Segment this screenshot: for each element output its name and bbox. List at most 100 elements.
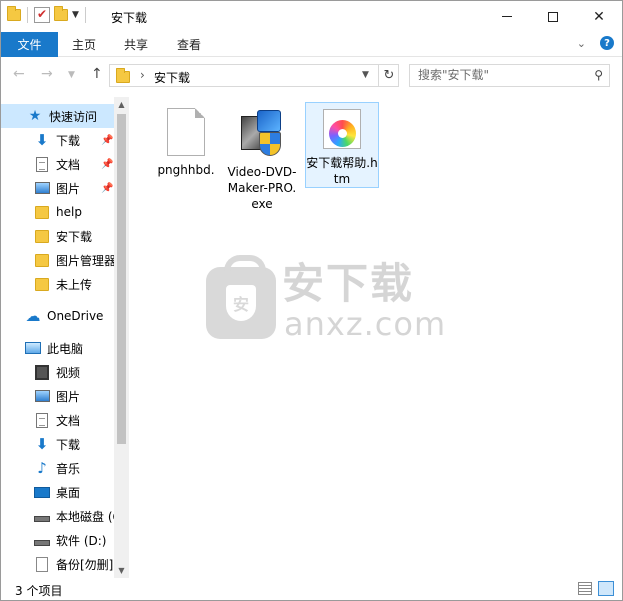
title-bar: ▼ 安下载 ✕ bbox=[1, 1, 622, 32]
nav-scrollbar[interactable]: ▲ ▼ bbox=[114, 97, 129, 578]
search-box[interactable]: ⚲ bbox=[409, 64, 610, 87]
nav-item-pc-downloads[interactable]: ⬇ 下载 bbox=[1, 432, 116, 456]
minimize-icon bbox=[502, 16, 512, 17]
tab-file[interactable]: 文件 bbox=[1, 32, 58, 57]
scroll-thumb[interactable] bbox=[117, 114, 126, 444]
nav-item-label: 下载 bbox=[56, 133, 81, 148]
nav-item-anxiazai[interactable]: 安下载 bbox=[1, 224, 116, 248]
nav-item-label: 快速访问 bbox=[49, 109, 98, 124]
maximize-button[interactable] bbox=[530, 1, 576, 32]
minimize-button[interactable] bbox=[484, 1, 530, 32]
explorer-window: ▼ 安下载 ✕ 文件 主页 共享 查看 ⌄ ? ← → ▼ ↑ › 安下载 ▼ … bbox=[0, 0, 623, 601]
file-icon bbox=[34, 556, 50, 572]
breadcrumb-chevron-icon[interactable]: › bbox=[140, 68, 145, 82]
folder-icon bbox=[34, 204, 50, 220]
address-bar[interactable]: › 安下载 ▼ ↻ bbox=[109, 64, 399, 87]
ribbon-controls: ⌄ ? bbox=[577, 36, 614, 50]
htm-file-icon bbox=[323, 109, 361, 149]
tab-home[interactable]: 主页 bbox=[72, 32, 96, 57]
file-name: pnghhbd. bbox=[157, 163, 215, 177]
nav-item-videos[interactable]: 视频 bbox=[1, 360, 116, 384]
address-row: ← → ▼ ↑ › 安下载 ▼ ↻ ⚲ bbox=[1, 58, 622, 93]
nav-this-pc[interactable]: 此电脑 bbox=[1, 336, 116, 360]
tab-view[interactable]: 查看 bbox=[177, 32, 201, 57]
folder-icon bbox=[116, 68, 130, 83]
nav-item-label: 文档 bbox=[56, 413, 81, 428]
nav-item-documents[interactable]: 文档 📌 bbox=[1, 152, 116, 176]
toolbar-divider bbox=[27, 7, 28, 23]
forward-arrow-icon[interactable]: → bbox=[41, 66, 53, 82]
nav-item-help[interactable]: help bbox=[1, 200, 116, 224]
nav-item-label: 图片管理器 bbox=[56, 253, 116, 268]
help-icon[interactable]: ? bbox=[600, 36, 614, 50]
navigation-pane: ★ 快速访问 ⬇ 下载 📌 文档 📌 图片 📌 help 安下载 图片管理器 未… bbox=[1, 97, 129, 578]
folder-icon bbox=[34, 252, 50, 268]
address-dropdown-icon[interactable]: ▼ bbox=[362, 70, 369, 80]
nav-item-label: 本地磁盘 (C:) bbox=[56, 509, 116, 524]
nav-item-pictures[interactable]: 图片 📌 bbox=[1, 176, 116, 200]
nav-item-label: 软件 (D:) bbox=[56, 533, 107, 548]
customize-toolbar-dropdown-icon[interactable]: ▼ bbox=[72, 10, 79, 20]
file-item[interactable]: pnghhbd. bbox=[149, 102, 223, 178]
shield-icon: 安 bbox=[226, 285, 256, 321]
nav-item-label: 此电脑 bbox=[47, 341, 84, 356]
nav-quick-access[interactable]: ★ 快速访问 bbox=[1, 104, 116, 128]
breadcrumb-current-folder[interactable]: 安下载 bbox=[154, 69, 190, 86]
installer-icon bbox=[237, 108, 287, 158]
nav-item-label: 文档 bbox=[56, 157, 81, 172]
document-icon bbox=[34, 156, 50, 172]
expand-ribbon-icon[interactable]: ⌄ bbox=[577, 37, 586, 50]
nav-item-drive-c[interactable]: 本地磁盘 (C:) bbox=[1, 504, 116, 528]
nav-item-image-manager[interactable]: 图片管理器 bbox=[1, 248, 116, 272]
ribbon-tabs: 文件 主页 共享 查看 ⌄ ? bbox=[1, 32, 622, 57]
nav-item-drive-d[interactable]: 软件 (D:) bbox=[1, 528, 116, 552]
nav-item-pc-pictures[interactable]: 图片 bbox=[1, 384, 116, 408]
details-view-icon[interactable] bbox=[578, 582, 592, 595]
nav-item-label: 图片 bbox=[56, 389, 81, 404]
drive-icon bbox=[34, 532, 50, 548]
large-icons-view-icon[interactable] bbox=[598, 581, 614, 596]
file-item[interactable]: Video-DVD-Maker-PRO.exe bbox=[225, 102, 299, 212]
nav-item-label: help bbox=[56, 205, 82, 219]
pin-icon[interactable]: 📌 bbox=[101, 159, 113, 170]
file-item-selected[interactable]: 安下载帮助.htm bbox=[305, 102, 379, 188]
folder-icon bbox=[34, 228, 50, 244]
pin-icon[interactable]: 📌 bbox=[101, 135, 113, 146]
nav-item-music[interactable]: ♪ 音乐 bbox=[1, 456, 116, 480]
tab-share[interactable]: 共享 bbox=[124, 32, 148, 57]
scroll-down-icon[interactable]: ▼ bbox=[114, 563, 129, 578]
nav-item-label: OneDrive bbox=[47, 309, 104, 323]
window-title: 安下载 bbox=[111, 11, 148, 25]
video-icon bbox=[34, 364, 50, 380]
pin-icon[interactable]: 📌 bbox=[101, 183, 113, 194]
refresh-icon[interactable]: ↻ bbox=[378, 65, 399, 86]
recent-locations-dropdown-icon[interactable]: ▼ bbox=[68, 70, 75, 80]
nav-item-label: 视频 bbox=[56, 365, 81, 380]
folder-icon bbox=[7, 6, 21, 21]
item-count: 3 个项目 bbox=[15, 584, 63, 598]
nav-item-backup[interactable]: 备份[勿删] bbox=[1, 552, 116, 576]
file-name: 安下载帮助.htm bbox=[306, 156, 378, 186]
watermark-title: 安下载 bbox=[282, 259, 415, 308]
drive-icon bbox=[34, 508, 50, 524]
star-icon: ★ bbox=[28, 108, 42, 124]
close-button[interactable]: ✕ bbox=[576, 1, 622, 32]
properties-icon[interactable] bbox=[34, 7, 50, 23]
nav-onedrive[interactable]: ☁ OneDrive bbox=[1, 304, 116, 328]
pictures-icon bbox=[34, 180, 50, 196]
new-folder-icon[interactable] bbox=[54, 6, 68, 21]
nav-item-pc-documents[interactable]: 文档 bbox=[1, 408, 116, 432]
nav-item-downloads[interactable]: ⬇ 下载 📌 bbox=[1, 128, 116, 152]
nav-item-not-uploaded[interactable]: 未上传 bbox=[1, 272, 116, 296]
close-icon: ✕ bbox=[593, 8, 605, 25]
watermark-domain: anxz.com bbox=[284, 305, 447, 343]
back-arrow-icon[interactable]: ← bbox=[13, 66, 25, 82]
nav-item-label: 安下载 bbox=[56, 229, 93, 244]
nav-item-desktop[interactable]: 桌面 bbox=[1, 480, 116, 504]
quick-access-toolbar: ▼ bbox=[7, 6, 88, 23]
up-arrow-icon[interactable]: ↑ bbox=[91, 66, 103, 82]
folder-icon bbox=[34, 276, 50, 292]
search-input[interactable] bbox=[418, 68, 588, 82]
nav-item-label: 桌面 bbox=[56, 485, 81, 500]
scroll-up-icon[interactable]: ▲ bbox=[114, 97, 129, 112]
